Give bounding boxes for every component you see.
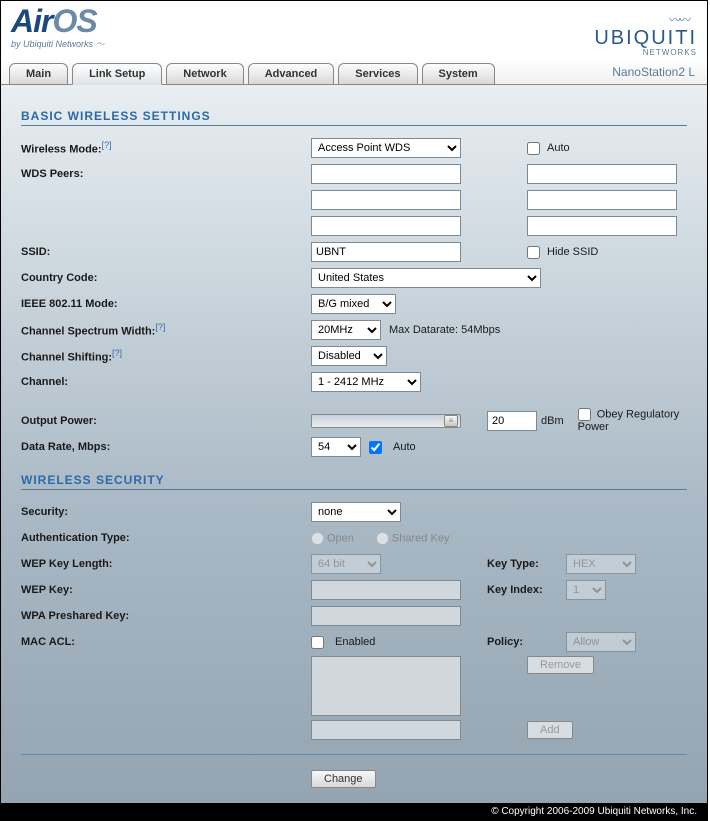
label-auth-type: Authentication Type: [21, 532, 311, 544]
channel-shifting-select[interactable]: Disabled [311, 346, 387, 366]
wpa-psk-input[interactable] [311, 606, 461, 626]
tab-advanced[interactable]: Advanced [248, 63, 335, 84]
auto-mode-checkbox[interactable] [527, 142, 540, 155]
wep-key-input[interactable] [311, 580, 461, 600]
data-rate-auto-checkbox[interactable] [369, 441, 382, 454]
label-auto: Auto [547, 142, 570, 154]
wds-peer-6[interactable] [527, 216, 677, 236]
ubiquiti-logo: 〰〰 UBIQUITI NETWORKS [594, 5, 697, 57]
label-channel: Channel: [21, 376, 311, 388]
channel-select[interactable]: 1 - 2412 MHz [311, 372, 421, 392]
label-wpa-psk: WPA Preshared Key: [21, 610, 311, 622]
security-select[interactable]: none [311, 502, 401, 522]
spectrum-width-select[interactable]: 20MHz [311, 320, 381, 340]
label-open: Open [327, 532, 354, 544]
key-type-select[interactable]: HEX [566, 554, 636, 574]
ubiquiti-text: UBIQUITI [594, 27, 697, 49]
label-shared: Shared Key [392, 532, 449, 544]
tab-link-setup[interactable]: Link Setup [72, 63, 162, 85]
header: AirOS by Ubiquiti Networks 〰〰 UBIQUITI N… [1, 1, 707, 59]
remove-button[interactable]: Remove [527, 656, 594, 674]
label-ieee: IEEE 802.11 Mode: [21, 298, 311, 310]
label-wep-length: WEP Key Length: [21, 558, 311, 570]
mac-acl-enabled-checkbox[interactable] [311, 636, 324, 649]
ssid-input[interactable] [311, 242, 461, 262]
wep-length-select[interactable]: 64 bit [311, 554, 381, 574]
label-key-type: Key Type: [487, 558, 562, 570]
mac-add-input[interactable] [311, 720, 461, 740]
policy-select[interactable]: Allow [566, 632, 636, 652]
ieee-mode-select[interactable]: B/G mixed [311, 294, 396, 314]
wds-peer-2[interactable] [527, 164, 677, 184]
device-model: NanoStation2 L [612, 65, 695, 79]
wds-peer-5[interactable] [311, 216, 461, 236]
logo-air: Air [11, 3, 52, 39]
obey-checkbox[interactable] [578, 408, 591, 421]
wave-icon: 〰〰 [669, 13, 689, 27]
logo-os: OS [52, 3, 96, 39]
tab-bar: Main Link Setup Network Advanced Service… [1, 59, 707, 85]
label-hide-ssid: Hide SSID [547, 246, 598, 258]
hide-ssid-checkbox[interactable] [527, 246, 540, 259]
tab-services[interactable]: Services [338, 63, 417, 84]
key-index-select[interactable]: 1 [566, 580, 606, 600]
content-area: BASIC WIRELESS SETTINGS Wireless Mode:[?… [1, 85, 707, 803]
section-basic-title: BASIC WIRELESS SETTINGS [21, 109, 687, 126]
help-spectrum[interactable]: [?] [155, 322, 165, 332]
label-output-power: Output Power: [21, 415, 311, 427]
label-wds-peers: WDS Peers: [21, 168, 311, 180]
data-rate-select[interactable]: 54 [311, 437, 361, 457]
section-security-title: WIRELESS SECURITY [21, 473, 687, 490]
add-button[interactable]: Add [527, 721, 573, 739]
footer-copyright: © Copyright 2006-2009 Ubiquiti Networks,… [1, 803, 707, 820]
label-policy: Policy: [487, 636, 562, 648]
tab-network[interactable]: Network [166, 63, 243, 84]
output-power-slider[interactable]: ≡ [311, 414, 461, 428]
tab-main[interactable]: Main [9, 63, 68, 84]
output-power-input[interactable] [487, 411, 537, 431]
label-shifting: Channel Shifting: [21, 352, 112, 364]
label-wireless-mode: Wireless Mode: [21, 144, 102, 156]
logo-subtitle: by Ubiquiti Networks [11, 37, 105, 50]
label-key-index: Key Index: [487, 584, 562, 596]
label-mac-acl: MAC ACL: [21, 636, 311, 648]
label-data-rate: Data Rate, Mbps: [21, 441, 311, 453]
airos-logo: AirOS by Ubiquiti Networks [11, 5, 105, 50]
slider-thumb-icon[interactable]: ≡ [444, 415, 458, 427]
mac-acl-list[interactable] [311, 656, 461, 716]
help-shifting[interactable]: [?] [112, 348, 122, 358]
ubiquiti-subtext: NETWORKS [594, 48, 697, 57]
label-wep-key: WEP Key: [21, 584, 311, 596]
help-wireless-mode[interactable]: [?] [102, 140, 112, 150]
label-ssid: SSID: [21, 246, 311, 258]
label-spectrum: Channel Spectrum Width: [21, 326, 155, 338]
wds-peer-4[interactable] [527, 190, 677, 210]
wireless-mode-select[interactable]: Access Point WDS [311, 138, 461, 158]
label-security: Security: [21, 506, 311, 518]
tab-system[interactable]: System [422, 63, 495, 84]
label-dbm: dBm [541, 415, 564, 427]
label-data-rate-auto: Auto [393, 441, 416, 453]
label-obey: Obey Regulatory Power [578, 408, 680, 433]
wds-peer-3[interactable] [311, 190, 461, 210]
auth-open-radio[interactable] [311, 532, 324, 545]
label-max-datarate: Max Datarate: 54Mbps [389, 324, 500, 336]
wds-peer-1[interactable] [311, 164, 461, 184]
change-button[interactable]: Change [311, 770, 376, 788]
auth-shared-radio[interactable] [376, 532, 389, 545]
country-select[interactable]: United States [311, 268, 541, 288]
label-enabled: Enabled [335, 636, 375, 648]
label-country: Country Code: [21, 272, 311, 284]
divider [21, 754, 687, 755]
